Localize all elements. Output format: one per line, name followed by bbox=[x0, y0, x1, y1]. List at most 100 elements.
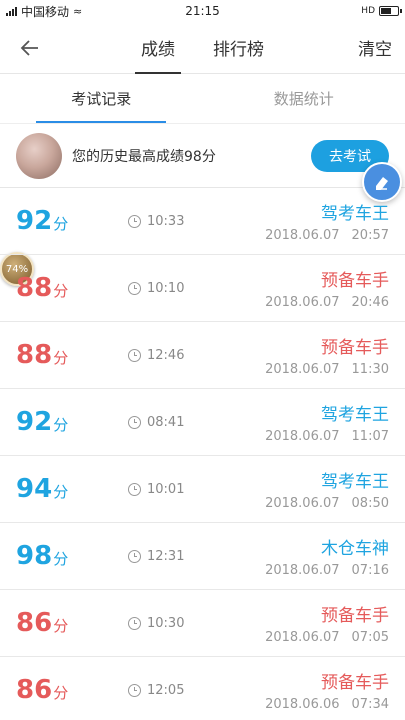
record-datetime: 2018.06.07 08:50 bbox=[248, 496, 389, 511]
carrier-label: 中国移动 bbox=[21, 4, 70, 19]
score-value: 86 bbox=[16, 608, 53, 638]
record-row[interactable]: 98 分 12:31 木仓车神 2018.06.07 07:16 bbox=[0, 523, 405, 590]
record-info: 预备车手 2018.06.07 20:46 bbox=[248, 266, 389, 310]
duration: 12:31 bbox=[128, 549, 248, 564]
record-date: 2018.06.07 bbox=[265, 429, 340, 444]
record-row[interactable]: 92 分 08:41 驾考车王 2018.06.07 11:07 bbox=[0, 389, 405, 456]
duration: 12:46 bbox=[128, 348, 248, 363]
record-time: 08:50 bbox=[351, 496, 389, 511]
duration-value: 10:33 bbox=[147, 213, 185, 229]
record-time: 20:46 bbox=[351, 295, 389, 310]
score-unit: 分 bbox=[53, 483, 69, 501]
score: 92 分 bbox=[16, 407, 128, 437]
clock-icon bbox=[128, 214, 141, 228]
record-date: 2018.06.07 bbox=[265, 496, 340, 511]
score-unit: 分 bbox=[53, 215, 69, 233]
best-score-row: 您的历史最高成绩98分 去考试 bbox=[0, 124, 405, 188]
record-info: 木仓车神 2018.06.07 07:16 bbox=[248, 534, 389, 578]
clock-icon bbox=[128, 415, 141, 429]
best-score-text: 您的历史最高成绩98分 bbox=[72, 148, 216, 165]
score-value: 88 bbox=[16, 340, 53, 370]
record-list: 92 分 10:33 驾考车王 2018.06.07 20:57 88 分 10:10 预备车手 2… bbox=[0, 188, 405, 720]
duration-value: 10:10 bbox=[147, 280, 185, 296]
record-info: 驾考车王 2018.06.07 08:50 bbox=[248, 467, 389, 511]
rank-title: 预备车手 bbox=[321, 338, 389, 358]
record-time: 07:34 bbox=[351, 697, 389, 712]
record-info: 驾考车王 2018.06.07 11:07 bbox=[248, 400, 389, 444]
arrow-left-icon bbox=[20, 39, 38, 56]
record-datetime: 2018.06.07 07:16 bbox=[248, 563, 389, 578]
record-row[interactable]: 88 分 12:46 预备车手 2018.06.07 11:30 bbox=[0, 322, 405, 389]
score-value: 94 bbox=[16, 474, 53, 504]
score-unit: 分 bbox=[53, 550, 69, 568]
record-time: 11:07 bbox=[351, 429, 389, 444]
record-date: 2018.06.07 bbox=[265, 630, 340, 645]
record-row[interactable]: 92 分 10:33 驾考车王 2018.06.07 20:57 bbox=[0, 188, 405, 255]
duration: 10:01 bbox=[128, 482, 248, 497]
tab-scores[interactable]: 成绩 bbox=[135, 22, 181, 74]
score-unit: 分 bbox=[53, 416, 69, 434]
duration-value: 10:30 bbox=[147, 615, 185, 631]
duration: 10:33 bbox=[128, 214, 248, 229]
score: 92 分 bbox=[16, 206, 128, 236]
clear-button[interactable]: 清空 bbox=[345, 35, 405, 60]
record-datetime: 2018.06.06 07:34 bbox=[248, 697, 389, 712]
record-row[interactable]: 86 分 10:30 预备车手 2018.06.07 07:05 bbox=[0, 590, 405, 657]
score: 88 分 bbox=[16, 340, 128, 370]
nav-tabs: 成绩 排行榜 bbox=[60, 22, 345, 74]
record-datetime: 2018.06.07 20:46 bbox=[248, 295, 389, 310]
score-value: 98 bbox=[16, 541, 53, 571]
record-row[interactable]: 88 分 10:10 预备车手 2018.06.07 20:46 bbox=[0, 255, 405, 322]
record-datetime: 2018.06.07 20:57 bbox=[248, 228, 389, 243]
duration-value: 12:31 bbox=[147, 548, 185, 564]
record-date: 2018.06.07 bbox=[265, 295, 340, 310]
rank-title: 预备车手 bbox=[321, 271, 389, 291]
score-value: 88 bbox=[16, 273, 53, 303]
record-info: 驾考车王 2018.06.07 20:57 bbox=[248, 199, 389, 243]
score-unit: 分 bbox=[53, 349, 69, 367]
record-info: 预备车手 2018.06.07 07:05 bbox=[248, 601, 389, 645]
clock-icon bbox=[128, 683, 141, 697]
status-bar: 中国移动 ≈ 21:15 HD bbox=[0, 0, 405, 22]
wifi-icon: ≈ bbox=[73, 4, 83, 18]
rank-title: 驾考车王 bbox=[321, 472, 389, 492]
record-datetime: 2018.06.07 11:30 bbox=[248, 362, 389, 377]
status-right: HD bbox=[361, 6, 402, 16]
clock-icon bbox=[128, 616, 141, 630]
tab-exam-records[interactable]: 考试记录 bbox=[0, 74, 203, 123]
score-unit: 分 bbox=[53, 684, 69, 702]
rank-title: 预备车手 bbox=[321, 606, 389, 626]
record-info: 预备车手 2018.06.07 11:30 bbox=[248, 333, 389, 377]
battery-icon bbox=[379, 6, 402, 16]
record-date: 2018.06.07 bbox=[265, 563, 340, 578]
record-time: 07:05 bbox=[351, 630, 389, 645]
score-value: 86 bbox=[16, 675, 53, 705]
score: 86 分 bbox=[16, 608, 128, 638]
record-time: 20:57 bbox=[351, 228, 389, 243]
rank-title: 木仓车神 bbox=[321, 539, 389, 559]
record-row[interactable]: 94 分 10:01 驾考车王 2018.06.07 08:50 bbox=[0, 456, 405, 523]
back-button[interactable] bbox=[0, 22, 60, 74]
signal-icon bbox=[6, 6, 17, 16]
score: 86 分 bbox=[16, 675, 128, 705]
tab-data-stats[interactable]: 数据统计 bbox=[203, 74, 405, 123]
duration: 08:41 bbox=[128, 415, 248, 430]
duration-value: 12:46 bbox=[147, 347, 185, 363]
score-unit: 分 bbox=[53, 282, 69, 300]
record-datetime: 2018.06.07 11:07 bbox=[248, 429, 389, 444]
sub-tabs: 考试记录 数据统计 bbox=[0, 74, 405, 124]
record-datetime: 2018.06.07 07:05 bbox=[248, 630, 389, 645]
record-info: 预备车手 2018.06.06 07:34 bbox=[248, 668, 389, 712]
avatar bbox=[16, 132, 62, 179]
clock-icon bbox=[128, 281, 141, 295]
record-row[interactable]: 86 分 12:05 预备车手 2018.06.06 07:34 bbox=[0, 657, 405, 720]
clock-icon bbox=[128, 482, 141, 496]
score-unit: 分 bbox=[53, 617, 69, 635]
score-value: 92 bbox=[16, 407, 53, 437]
score: 88 分 bbox=[16, 273, 128, 303]
status-left: 中国移动 ≈ bbox=[6, 3, 82, 20]
rank-title: 预备车手 bbox=[321, 673, 389, 693]
tab-leaderboard[interactable]: 排行榜 bbox=[207, 22, 270, 74]
clock-icon bbox=[128, 348, 141, 362]
score: 94 分 bbox=[16, 474, 128, 504]
